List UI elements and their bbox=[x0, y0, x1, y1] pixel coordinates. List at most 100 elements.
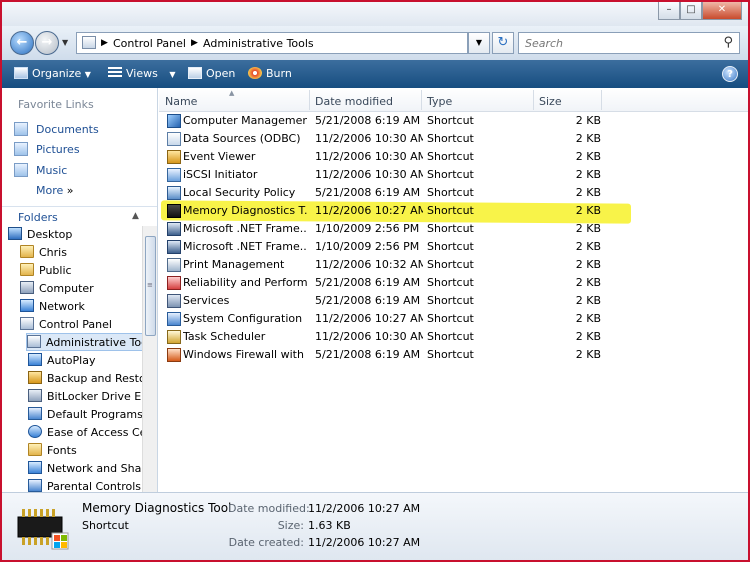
folders-header[interactable]: Folders ▲ bbox=[2, 206, 157, 226]
favorite-links-header: Favorite Links bbox=[18, 98, 94, 111]
search-icon[interactable]: ⚲ bbox=[723, 35, 733, 50]
memory-chip-icon bbox=[17, 509, 69, 550]
file-row[interactable]: Local Security Policy 5/21/2008 6:19 AM Sh… bbox=[159, 184, 748, 202]
tree-item-network-sharing[interactable]: Network and Shari bbox=[28, 460, 142, 478]
network-icon bbox=[20, 299, 34, 312]
close-button[interactable]: ✕ bbox=[702, 2, 742, 20]
back-button[interactable]: ← bbox=[10, 31, 34, 55]
folder-icon bbox=[20, 263, 34, 276]
file-row[interactable]: Windows Firewall with ... 5/21/2008 6:19 … bbox=[159, 346, 748, 364]
file-size: 2 KB bbox=[575, 222, 601, 235]
column-divider[interactable] bbox=[533, 90, 534, 110]
column-header-type[interactable]: Type bbox=[427, 95, 452, 108]
file-row[interactable]: Microsoft .NET Frame... 1/10/2009 2:56 PM… bbox=[159, 220, 748, 238]
tree-item-public[interactable]: Public bbox=[20, 262, 72, 280]
backup-icon bbox=[28, 371, 42, 384]
tree-item-computer[interactable]: Computer bbox=[20, 280, 94, 298]
data-sources-icon bbox=[167, 132, 181, 146]
views-button[interactable]: Views ▼ bbox=[108, 67, 176, 80]
address-box[interactable]: ▶ Control Panel ▶ Administrative Tools bbox=[76, 32, 468, 54]
file-name: Computer Management bbox=[183, 114, 307, 127]
tree-item-autoplay[interactable]: AutoPlay bbox=[28, 352, 95, 370]
file-row-selected[interactable]: Memory Diagnostics T... 11/2/2006 10:27 A… bbox=[159, 202, 748, 220]
sort-arrow-icon: ▲ bbox=[229, 89, 235, 97]
file-type: Shortcut bbox=[427, 330, 474, 343]
folder-tree-scrollbar[interactable]: ≡ bbox=[142, 226, 157, 492]
file-row[interactable]: Reliability and Perform... 5/21/2008 6:19… bbox=[159, 274, 748, 292]
favorite-documents[interactable]: Documents bbox=[14, 122, 99, 136]
file-row[interactable]: Event Viewer 11/2/2006 10:30 AM Shortcut 2 … bbox=[159, 148, 748, 166]
fonts-icon bbox=[28, 443, 42, 456]
file-date: 1/10/2009 2:56 PM bbox=[315, 222, 420, 235]
refresh-button[interactable]: ↻ bbox=[492, 32, 514, 54]
file-row[interactable]: Data Sources (ODBC) 11/2/2006 10:30 AM Sho… bbox=[159, 130, 748, 148]
column-header-date-modified[interactable]: Date modified bbox=[315, 95, 393, 108]
help-icon: ? bbox=[727, 69, 733, 80]
organize-icon bbox=[14, 67, 28, 79]
file-row[interactable]: System Configuration 11/2/2006 10:27 AM Sh… bbox=[159, 310, 748, 328]
column-divider[interactable] bbox=[309, 90, 310, 110]
file-name: Reliability and Perform... bbox=[183, 276, 307, 289]
tree-item-label: AutoPlay bbox=[47, 354, 96, 367]
minimize-button[interactable]: – bbox=[658, 2, 680, 20]
tree-item-default-programs[interactable]: Default Programs bbox=[28, 406, 142, 424]
file-type: Shortcut bbox=[427, 204, 474, 217]
tree-item-label: Computer bbox=[39, 282, 94, 295]
file-size: 2 KB bbox=[575, 276, 601, 289]
file-size: 2 KB bbox=[575, 240, 601, 253]
file-row[interactable]: Task Scheduler 11/2/2006 10:30 AM Shortcut… bbox=[159, 328, 748, 346]
task-scheduler-icon bbox=[167, 330, 181, 344]
file-name: Local Security Policy bbox=[183, 186, 296, 199]
search-input[interactable]: Search bbox=[525, 37, 563, 50]
column-divider[interactable] bbox=[421, 90, 422, 110]
file-row[interactable]: iSCSI Initiator 11/2/2006 10:30 AM Shortcu… bbox=[159, 166, 748, 184]
tree-item-control-panel[interactable]: Control Panel bbox=[20, 316, 112, 334]
file-type: Shortcut bbox=[427, 132, 474, 145]
file-size: 2 KB bbox=[575, 186, 601, 199]
file-type: Shortcut bbox=[427, 114, 474, 127]
column-header-name[interactable]: Name bbox=[165, 95, 197, 108]
open-button[interactable]: Open bbox=[188, 67, 235, 80]
tree-item-administrative-tools[interactable]: Administrative Toc bbox=[26, 333, 142, 351]
column-divider[interactable] bbox=[601, 90, 602, 110]
breadcrumb-administrative-tools[interactable]: Administrative Tools bbox=[203, 37, 314, 50]
file-row[interactable]: Microsoft .NET Frame... 1/10/2009 2:56 PM… bbox=[159, 238, 748, 256]
address-dropdown-button[interactable]: ▼ bbox=[468, 32, 490, 54]
organize-button[interactable]: Organize ▼ bbox=[14, 67, 91, 80]
search-box[interactable]: Search ⚲ bbox=[518, 32, 740, 54]
tree-item-backup[interactable]: Backup and Restor bbox=[28, 370, 142, 388]
tree-item-label: Administrative Toc bbox=[46, 336, 142, 349]
file-name: Event Viewer bbox=[183, 150, 256, 163]
file-type: Shortcut bbox=[427, 258, 474, 271]
tree-item-bitlocker[interactable]: BitLocker Drive En bbox=[28, 388, 142, 406]
tree-item-label: Chris bbox=[39, 246, 67, 259]
tree-item-label: Control Panel bbox=[39, 318, 112, 331]
organize-label: Organize bbox=[32, 67, 82, 80]
tree-item-fonts[interactable]: Fonts bbox=[28, 442, 77, 460]
favorite-music[interactable]: Music bbox=[14, 163, 67, 177]
file-date: 5/21/2008 6:19 AM bbox=[315, 276, 421, 289]
chevron-right-icon: ▶ bbox=[191, 38, 198, 48]
tree-item-parental-controls[interactable]: Parental Controls bbox=[28, 478, 141, 492]
burn-button[interactable]: Burn bbox=[248, 67, 292, 80]
file-row[interactable]: Print Management 11/2/2006 10:32 AM Shortc… bbox=[159, 256, 748, 274]
breadcrumb-control-panel[interactable]: Control Panel bbox=[113, 37, 186, 50]
column-header-size[interactable]: Size bbox=[539, 95, 562, 108]
recent-pages-dropdown[interactable]: ▼ bbox=[62, 38, 68, 47]
help-button[interactable]: ? bbox=[722, 66, 738, 82]
file-date: 11/2/2006 10:30 AM bbox=[315, 330, 423, 343]
tree-item-network[interactable]: Network bbox=[20, 298, 85, 316]
file-row[interactable]: Services 5/21/2008 6:19 AM Shortcut 2 KB bbox=[159, 292, 748, 310]
tree-item-desktop[interactable]: Desktop bbox=[8, 226, 72, 244]
more-links[interactable]: More » bbox=[36, 184, 74, 197]
maximize-button[interactable]: □ bbox=[680, 2, 702, 20]
favorite-pictures[interactable]: Pictures bbox=[14, 142, 80, 156]
pictures-icon bbox=[14, 142, 28, 156]
tree-item-label: Fonts bbox=[47, 444, 77, 457]
file-date: 5/21/2008 6:19 AM bbox=[315, 348, 421, 361]
file-row[interactable]: Computer Management 5/21/2008 6:19 AM Shor… bbox=[159, 112, 748, 130]
tree-item-chris[interactable]: Chris bbox=[20, 244, 67, 262]
forward-button[interactable]: → bbox=[35, 31, 59, 55]
refresh-icon: ↻ bbox=[497, 35, 509, 50]
tree-item-ease-of-access[interactable]: Ease of Access Cer bbox=[28, 424, 142, 442]
